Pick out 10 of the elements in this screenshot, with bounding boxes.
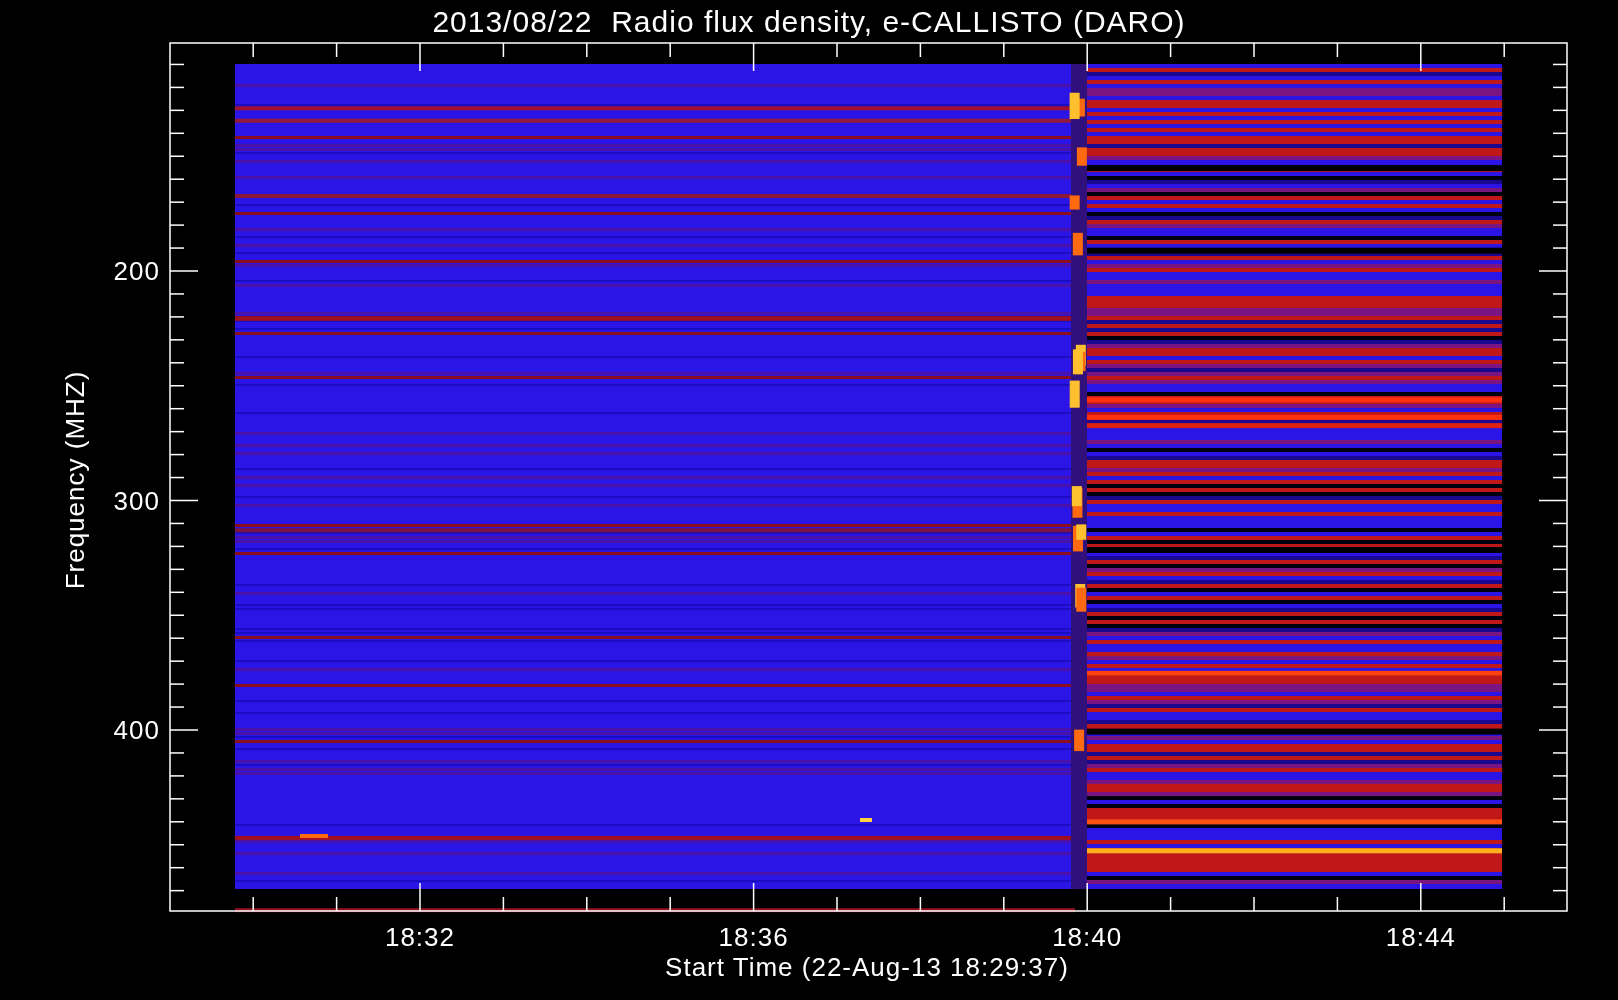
y-axis-label: Frequency (MHZ): [60, 370, 90, 590]
y-tick-label: 400: [113, 715, 160, 745]
x-tick-label: 18:44: [1385, 922, 1456, 952]
x-tick-label: 18:40: [1052, 922, 1123, 952]
x-axis-label: Start Time (22-Aug-13 18:29:37): [665, 952, 1069, 982]
chart-title: 2013/08/22 Radio flux density, e-CALLISTO (DARO): [432, 5, 1186, 38]
y-tick-label: 300: [113, 485, 160, 516]
x-tick-label: 18:32: [384, 922, 456, 952]
y-tick-label: 200: [113, 256, 160, 286]
x-tick-label: 18:36: [718, 922, 789, 952]
